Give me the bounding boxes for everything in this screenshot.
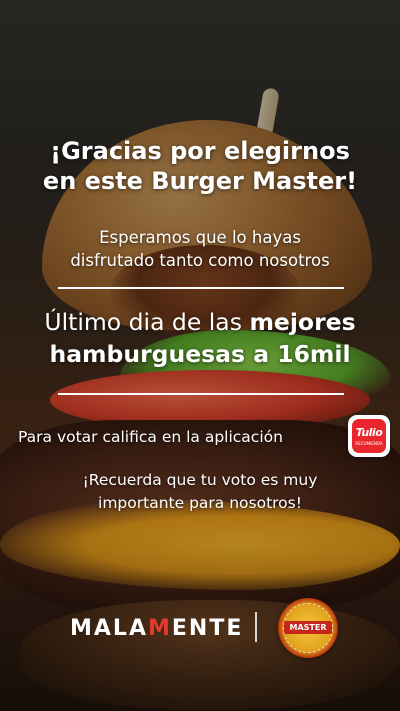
subtitle-line-2: disfrutado tanto como nosotros	[70, 251, 330, 270]
seal-label: MASTER	[284, 621, 332, 634]
headline-bold-2: hamburguesas a 16mil	[49, 340, 351, 368]
promo-headline: Último dia de las mejores hamburguesas a…	[0, 306, 400, 370]
footer-divider	[255, 612, 257, 642]
title-line-1: ¡Gracias por elegirnos	[50, 137, 350, 165]
vote-reminder: ¡Recuerda que tu voto es muy importante …	[0, 469, 400, 515]
malamente-logo: MALAMENTE	[70, 616, 244, 641]
vote-instruction-text: Para votar califica en la aplicación	[18, 428, 283, 446]
app-logo-icon[interactable]: Tulio RECOMIENDA	[348, 415, 390, 457]
reminder-line-1: ¡Recuerda que tu voto es muy	[82, 471, 318, 489]
divider-line-bottom	[58, 393, 344, 395]
burger-master-seal-icon: MASTER	[278, 598, 338, 658]
subtitle-line-1: Esperamos que lo hayas	[99, 228, 301, 247]
headline-regular: Último dia de las	[44, 308, 250, 336]
footer-logos: MALAMENTE MASTER	[0, 596, 400, 660]
vote-instruction-row: Para votar califica en la aplicación Tul…	[16, 415, 390, 461]
app-logo-inner: Tulio RECOMIENDA	[352, 419, 386, 453]
story-content: ¡Gracias por elegirnos en este Burger Ma…	[0, 0, 400, 711]
subtitle: Esperamos que lo hayas disfrutado tanto …	[0, 226, 400, 272]
headline-bold-1: mejores	[249, 308, 356, 336]
app-logo-brand: Tulio	[355, 426, 383, 439]
thank-you-title: ¡Gracias por elegirnos en este Burger Ma…	[0, 136, 400, 196]
app-logo-sub: RECOMIENDA	[355, 441, 383, 446]
divider-line-top	[58, 287, 344, 289]
reminder-line-2: importante para nosotros!	[98, 494, 302, 512]
title-line-2: en este Burger Master!	[42, 167, 358, 195]
